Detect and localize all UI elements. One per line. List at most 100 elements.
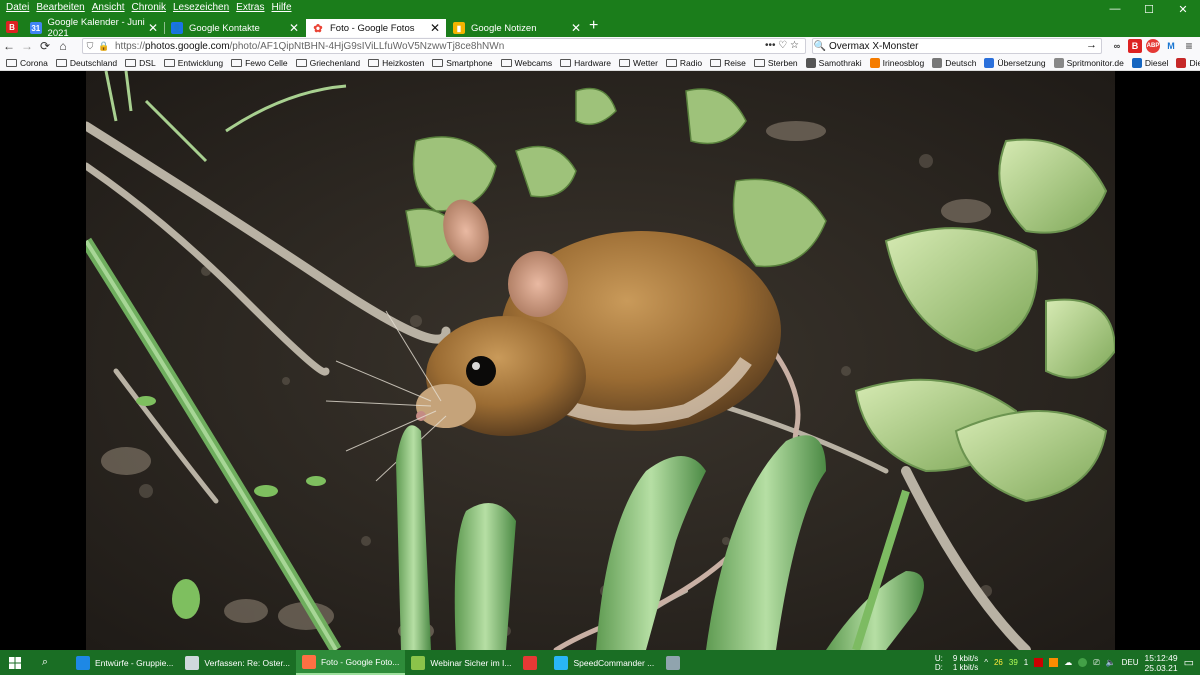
menu-icon[interactable]: ≡ bbox=[1182, 39, 1196, 53]
bookmark-label: Heizkosten bbox=[382, 57, 425, 68]
menu-bookmarks[interactable]: Lesezeichen bbox=[173, 2, 229, 13]
adblock-icon[interactable]: ABP bbox=[1146, 39, 1160, 53]
chevron-up-icon[interactable]: ^ bbox=[984, 658, 988, 667]
network-icon[interactable]: ⎚ bbox=[1093, 658, 1099, 668]
malwarebytes-icon[interactable]: M bbox=[1164, 39, 1178, 53]
tab-contacts[interactable]: 👤 Google Kontakte ✕ bbox=[165, 19, 305, 37]
bookmark-item[interactable]: Radio bbox=[665, 57, 703, 68]
bookmark-item[interactable]: Corona bbox=[6, 58, 48, 68]
bookmark-item[interactable]: Fewo Celle bbox=[231, 58, 288, 68]
search-input[interactable]: Overmax X-Monster bbox=[829, 41, 918, 52]
close-tab-icon[interactable]: ✕ bbox=[148, 21, 158, 35]
url-text[interactable]: https://photos.google.com/photo/AF1QipNt… bbox=[115, 41, 504, 52]
tab-photos[interactable]: ✿ Foto - Google Fotos ✕ bbox=[306, 19, 446, 37]
tab-label: Foto - Google Fotos bbox=[330, 22, 415, 34]
tray-number[interactable]: 26 bbox=[994, 658, 1003, 667]
folder-icon bbox=[55, 58, 67, 67]
search-go-icon[interactable]: → bbox=[1086, 39, 1097, 51]
clock[interactable]: 15:12:49 25.03.21 bbox=[1145, 653, 1178, 673]
tray-app-icon[interactable] bbox=[1049, 658, 1059, 667]
bookmark-item[interactable]: DSL bbox=[125, 58, 156, 68]
menu-edit[interactable]: Bearbeiten bbox=[36, 2, 84, 13]
bookmark-label: Deutschland bbox=[69, 57, 118, 68]
menu-history[interactable]: Chronik bbox=[132, 2, 166, 13]
notification-icon[interactable]: ▭ bbox=[1184, 656, 1194, 669]
back-icon[interactable]: ← bbox=[0, 39, 18, 53]
bookmark-label: Wetter bbox=[633, 57, 658, 68]
lock-icon[interactable]: 🔒 bbox=[97, 41, 111, 52]
bookmark-label: Samothraki bbox=[818, 57, 862, 68]
bookmark-item[interactable]: Webcams bbox=[500, 58, 552, 68]
bookmark-label: Radio bbox=[679, 57, 703, 68]
bookmark-label: Corona bbox=[20, 57, 48, 68]
taskbar-item-label: Foto - Google Foto... bbox=[320, 656, 400, 667]
app-icon bbox=[523, 655, 538, 670]
taskbar-item[interactable]: Webinar Sicher im I... bbox=[405, 650, 517, 675]
close-tab-icon[interactable]: ✕ bbox=[430, 21, 440, 35]
bookmark-item[interactable]: Sterben bbox=[753, 58, 798, 68]
bookmark-item[interactable]: Samothraki bbox=[805, 57, 862, 68]
windows-start-icon[interactable] bbox=[0, 656, 30, 669]
menu-view[interactable]: Ansicht bbox=[92, 2, 125, 13]
taskbar-item[interactable]: Entwürfe - Gruppie... bbox=[70, 650, 179, 675]
speaker-icon[interactable]: 🔈 bbox=[1106, 658, 1116, 667]
bookmark-item[interactable]: Spritmonitor.de bbox=[1053, 57, 1124, 68]
glasses-icon[interactable]: ∞ bbox=[1110, 39, 1124, 53]
taskbar-item[interactable]: SpeedCommander ... bbox=[548, 650, 660, 675]
bookmark-item[interactable]: Smartphone bbox=[432, 58, 493, 68]
mouse-photo[interactable] bbox=[86, 71, 1115, 650]
menu-bar: Datei Bearbeiten Ansicht Chronik Lesezei… bbox=[0, 0, 1200, 14]
tray-number[interactable]: 39 bbox=[1009, 658, 1018, 667]
language-indicator[interactable]: DEU bbox=[1122, 658, 1139, 667]
app-icon bbox=[185, 655, 200, 670]
new-tab-button[interactable]: + bbox=[589, 17, 598, 35]
close-tab-icon[interactable]: ✕ bbox=[571, 21, 581, 35]
bitdefender-icon[interactable]: B bbox=[6, 21, 18, 33]
security-icon[interactable] bbox=[1078, 658, 1088, 667]
cloud-icon[interactable]: ☁ bbox=[1064, 658, 1072, 667]
taskbar-item[interactable] bbox=[660, 650, 691, 675]
page-actions[interactable]: ••• ♡ ☆ bbox=[765, 40, 799, 51]
keep-icon: ▮ bbox=[453, 22, 465, 34]
site-favicon-icon bbox=[984, 57, 995, 68]
site-favicon-icon bbox=[932, 57, 943, 68]
bookmark-label: Spritmonitor.de bbox=[1066, 57, 1124, 68]
bookmark-item[interactable]: Heizkosten bbox=[368, 58, 424, 68]
bookmark-item[interactable]: Irineosblog bbox=[869, 57, 924, 68]
taskbar-search-icon[interactable]: ⌕ bbox=[30, 656, 60, 669]
clock-date: 25.03.21 bbox=[1144, 662, 1178, 673]
bookmark-item[interactable]: Wetter bbox=[619, 58, 658, 68]
taskbar-item[interactable]: Verfassen: Re: Oster... bbox=[179, 650, 296, 675]
taskbar-item[interactable]: Foto - Google Foto... bbox=[295, 650, 406, 675]
taskbar: ⌕ Entwürfe - Gruppie... Verfassen: Re: Os… bbox=[0, 650, 1200, 675]
tray-number[interactable]: 1 bbox=[1024, 658, 1028, 667]
folder-icon bbox=[295, 58, 307, 67]
menu-tools[interactable]: Extras bbox=[236, 2, 264, 13]
url-bar[interactable]: ⛉ 🔒 https://photos.google.com/photo/AF1Q… bbox=[82, 38, 806, 54]
bookmark-item[interactable]: Diesel bbox=[1131, 57, 1168, 68]
bookmark-item[interactable]: Hardware bbox=[560, 58, 611, 68]
forward-icon[interactable]: → bbox=[18, 39, 36, 53]
shield-icon[interactable]: ⛉ bbox=[83, 41, 97, 52]
search-bar[interactable]: 🔍 Overmax X-Monster → bbox=[812, 38, 1102, 54]
bookmark-item[interactable]: Deutsch bbox=[932, 57, 976, 68]
menu-help[interactable]: Hilfe bbox=[272, 2, 292, 13]
bookmark-item[interactable]: Entwicklung bbox=[163, 58, 223, 68]
close-tab-icon[interactable]: ✕ bbox=[289, 21, 299, 35]
taskbar-item[interactable] bbox=[517, 650, 548, 675]
tray-app-icon[interactable] bbox=[1034, 658, 1044, 667]
bookmark-item[interactable]: Übersetzung bbox=[984, 57, 1046, 68]
tab-keep[interactable]: ▮ Google Notizen ✕ bbox=[447, 19, 587, 37]
bitdefender-ext-icon[interactable]: B bbox=[1128, 39, 1142, 53]
bookmark-item[interactable]: Reise bbox=[710, 58, 746, 68]
bookmark-item[interactable]: Die Partei bbox=[1176, 57, 1200, 68]
tab-label: Google Kalender - Juni 2021 bbox=[47, 17, 145, 39]
home-icon[interactable]: ⌂ bbox=[54, 39, 72, 53]
bookmark-item[interactable]: Deutschland bbox=[55, 57, 118, 68]
reload-icon[interactable]: ⟳ bbox=[36, 39, 54, 53]
bookmark-item[interactable]: Griechenland bbox=[295, 58, 360, 68]
menu-file[interactable]: Datei bbox=[6, 2, 29, 13]
folder-icon bbox=[368, 58, 380, 67]
tab-calendar[interactable]: 31 Google Kalender - Juni 2021 ✕ bbox=[24, 17, 164, 39]
system-tray: U: 9 kbit/s D: 1 kbit/s ^ 26 39 1 ☁ ⎚ 🔈 … bbox=[935, 650, 1200, 675]
